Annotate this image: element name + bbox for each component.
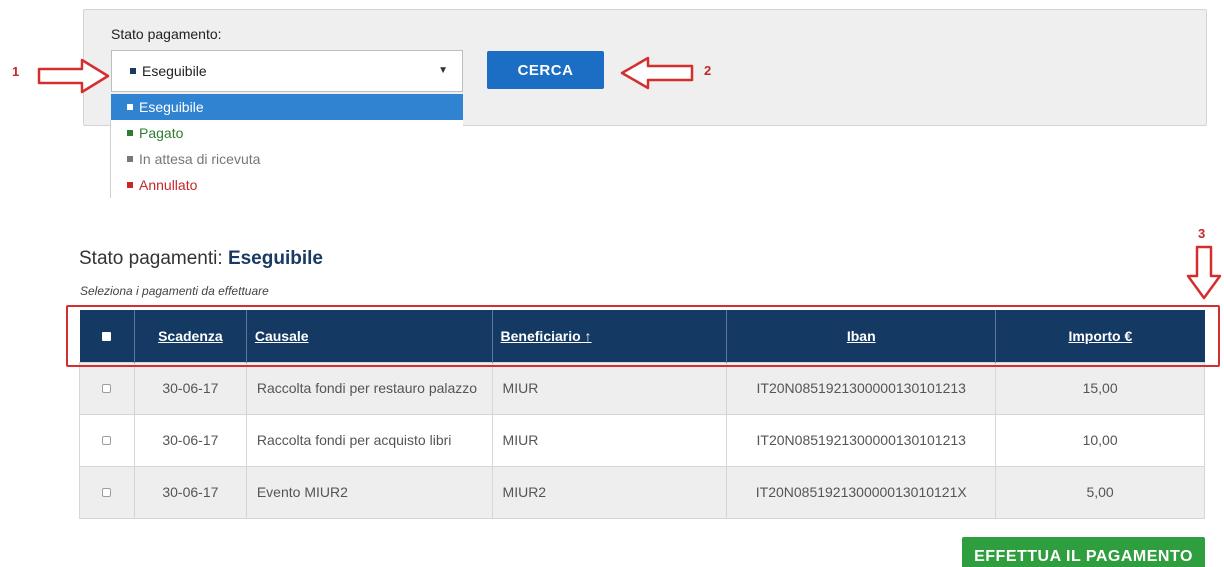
cell-iban: IT20N0851921300000130101213 xyxy=(726,413,997,467)
cell-causale: Raccolta fondi per acquisto libri xyxy=(245,413,493,467)
annotation-arrow-right-icon xyxy=(37,58,110,94)
row-checkbox-cell xyxy=(79,465,135,519)
cell-scadenza: 30-06-17 xyxy=(133,465,247,519)
pay-button[interactable]: EFFETTUA IL PAGAMENTO xyxy=(962,537,1205,567)
status-square-icon xyxy=(127,130,133,136)
row-checkbox-cell xyxy=(79,361,135,415)
status-square-icon xyxy=(130,68,136,74)
chevron-down-icon: ▼ xyxy=(438,65,448,76)
table-row: 30-06-17 Raccolta fondi per acquisto lib… xyxy=(79,413,1205,467)
row-checkbox-cell xyxy=(79,413,135,467)
table-row: 30-06-17 Evento MIUR2 MIUR2 IT20N0851921… xyxy=(79,465,1205,519)
status-select-value: Eseguibile xyxy=(142,63,207,79)
cell-iban: IT20N085192130000013010121X xyxy=(726,465,997,519)
status-option-pagato[interactable]: Pagato xyxy=(111,120,463,146)
table-row: 30-06-17 Raccolta fondi per restauro pal… xyxy=(79,361,1205,415)
status-filter-label: Stato pagamento: xyxy=(111,26,222,42)
cell-scadenza: 30-06-17 xyxy=(133,361,247,415)
cell-causale: Raccolta fondi per restauro palazzo xyxy=(245,361,493,415)
status-option-in-attesa[interactable]: In attesa di ricevuta xyxy=(111,146,463,172)
cell-importo: 10,00 xyxy=(995,413,1205,467)
results-title: Stato pagamenti: Eseguibile xyxy=(79,248,323,269)
status-dropdown-list: Eseguibile Pagato In attesa di ricevuta … xyxy=(111,94,463,198)
annotation-number-1: 1 xyxy=(12,64,20,79)
status-square-icon xyxy=(127,156,133,162)
cell-scadenza: 30-06-17 xyxy=(133,413,247,467)
row-checkbox[interactable] xyxy=(102,436,112,445)
results-subtitle: Seleziona i pagamenti da effettuare xyxy=(80,284,269,298)
cell-beneficiario: MIUR xyxy=(491,361,728,415)
status-option-annullato[interactable]: Annullato xyxy=(111,172,463,198)
cell-beneficiario: MIUR2 xyxy=(491,465,728,519)
table-header-highlight xyxy=(66,305,1220,367)
cell-iban: IT20N0851921300000130101213 xyxy=(726,361,997,415)
annotation-arrow-down-icon xyxy=(1186,245,1222,300)
row-checkbox[interactable] xyxy=(102,488,112,497)
row-checkbox[interactable] xyxy=(102,384,112,393)
cell-importo: 15,00 xyxy=(995,361,1205,415)
status-square-icon xyxy=(127,104,133,110)
results-status-value: Eseguibile xyxy=(227,248,323,269)
cell-importo: 5,00 xyxy=(995,465,1205,519)
cell-beneficiario: MIUR xyxy=(491,413,728,467)
status-square-icon xyxy=(127,182,133,188)
annotation-number-3: 3 xyxy=(1198,226,1206,241)
annotation-arrow-left-icon xyxy=(620,56,694,90)
status-select[interactable]: Eseguibile ▼ xyxy=(111,50,463,92)
annotation-number-2: 2 xyxy=(704,63,712,78)
search-button[interactable]: CERCA xyxy=(487,51,604,89)
cell-causale: Evento MIUR2 xyxy=(245,465,493,519)
status-option-eseguibile[interactable]: Eseguibile xyxy=(111,94,463,120)
